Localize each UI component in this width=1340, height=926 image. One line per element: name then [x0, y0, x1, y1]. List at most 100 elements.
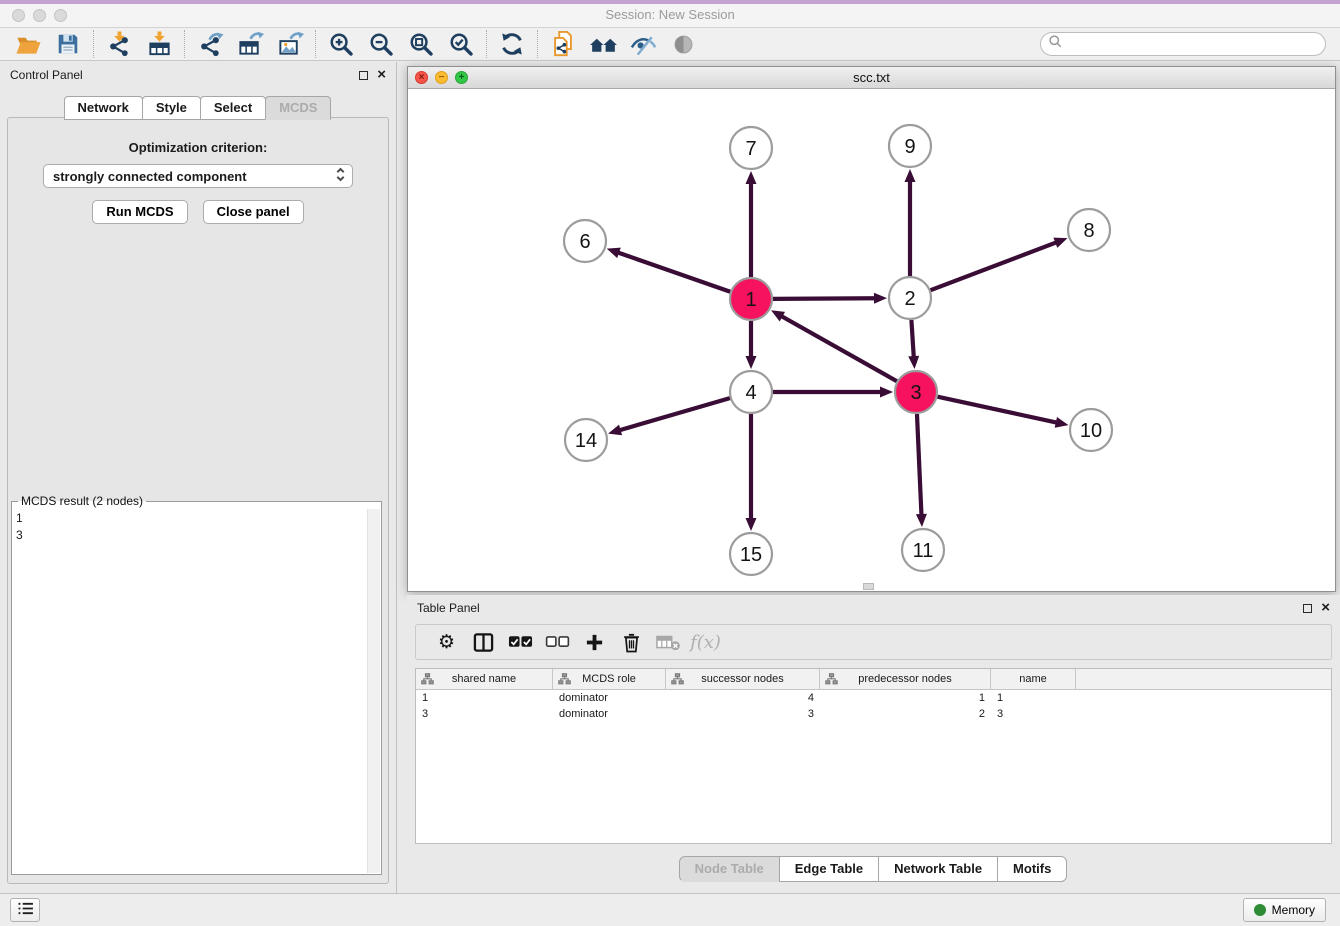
delete-column-icon[interactable] — [613, 627, 650, 657]
column-header-predecessor-nodes[interactable]: predecessor nodes — [820, 669, 991, 689]
tab-select[interactable]: Select — [200, 96, 266, 120]
memory-status-dot — [1254, 904, 1266, 916]
column-header-name[interactable]: name — [991, 669, 1076, 689]
tab-node-table[interactable]: Node Table — [679, 856, 780, 882]
export-table-icon[interactable] — [230, 29, 270, 59]
graph-node-9[interactable]: 9 — [889, 125, 931, 167]
column-view-icon[interactable] — [465, 627, 502, 657]
import-table-icon[interactable] — [139, 29, 179, 59]
table-settings-icon[interactable]: ⚙ — [428, 627, 465, 657]
network-scrollbar-grip[interactable] — [863, 583, 874, 590]
table-cell[interactable]: 1 — [991, 690, 1076, 706]
graph-edge-1-7[interactable] — [746, 171, 757, 277]
graph-edge-4-14[interactable] — [608, 398, 730, 435]
float-panel-icon[interactable] — [359, 71, 368, 80]
tab-edge-table[interactable]: Edge Table — [779, 856, 879, 882]
open-session-icon[interactable] — [8, 29, 48, 59]
graph-edge-2-3[interactable] — [908, 320, 919, 369]
graph-node-10[interactable]: 10 — [1070, 409, 1112, 451]
graph-edge-1-6[interactable] — [607, 248, 731, 292]
task-history-button[interactable] — [10, 898, 40, 922]
show-graphics-details-icon[interactable] — [663, 29, 703, 59]
graph-node-2[interactable]: 2 — [889, 277, 931, 319]
zoom-fit-icon[interactable] — [401, 29, 441, 59]
apply-layout-icon[interactable] — [492, 29, 532, 59]
delete-table-icon[interactable] — [650, 627, 687, 657]
tab-mcds[interactable]: MCDS — [265, 96, 331, 120]
network-area: × − + scc.txt 7968124314101511 Table Pan… — [397, 62, 1340, 893]
search-input[interactable] — [1063, 35, 1325, 53]
graph-edge-1-2[interactable] — [773, 293, 887, 304]
network-view-window: × − + scc.txt 7 9 6 8 1 2 4 3 14 10 15 11 — [407, 66, 1336, 592]
graph-node-11[interactable]: 11 — [902, 529, 944, 571]
table-cell[interactable]: 3 — [666, 706, 820, 722]
first-neighbors-icon[interactable] — [583, 29, 623, 59]
graph-node-4[interactable]: 4 — [730, 371, 772, 413]
export-network-icon[interactable] — [190, 29, 230, 59]
graph-edge-2-8[interactable] — [931, 238, 1068, 291]
graph-edge-4-15[interactable] — [746, 414, 757, 531]
close-table-panel-icon[interactable]: × — [1321, 603, 1330, 613]
table-cell[interactable]: 3 — [991, 706, 1076, 722]
table-cell[interactable]: 3 — [416, 706, 553, 722]
optimization-criterion-select[interactable]: strongly connected component — [43, 164, 353, 188]
column-header-label: shared name — [452, 673, 516, 685]
create-column-icon[interactable] — [576, 627, 613, 657]
graph-node-14[interactable]: 14 — [565, 419, 607, 461]
graph-node-1[interactable]: 1 — [730, 278, 772, 320]
tab-network[interactable]: Network — [64, 96, 143, 120]
mcds-result-list[interactable]: 13 — [16, 510, 365, 872]
graph-edge-3-11[interactable] — [916, 414, 927, 527]
network-graph-canvas[interactable]: 7 9 6 8 1 2 4 3 14 10 15 11 — [408, 90, 1335, 592]
graph-node-7[interactable]: 7 — [730, 127, 772, 169]
table-cell[interactable]: 1 — [416, 690, 553, 706]
memory-button[interactable]: Memory — [1243, 898, 1326, 922]
result-scrollbar[interactable] — [367, 509, 380, 873]
svg-text:6: 6 — [579, 231, 590, 253]
graph-edge-4-3[interactable] — [773, 387, 893, 398]
table-cell[interactable]: dominator — [553, 706, 666, 722]
run-mcds-button[interactable]: Run MCDS — [92, 200, 187, 224]
column-header-mcds-role[interactable]: MCDS role — [553, 669, 666, 689]
table-row[interactable]: 3dominator323 — [416, 706, 1331, 722]
column-type-icon — [671, 673, 684, 688]
graph-node-8[interactable]: 8 — [1068, 209, 1110, 251]
tab-network-table[interactable]: Network Table — [878, 856, 998, 882]
zoom-out-icon[interactable] — [361, 29, 401, 59]
clone-network-icon[interactable] — [543, 29, 583, 59]
tab-motifs[interactable]: Motifs — [997, 856, 1067, 882]
import-network-icon[interactable] — [99, 29, 139, 59]
table-cell[interactable]: 1 — [820, 690, 991, 706]
graph-edge-3-10[interactable] — [937, 397, 1068, 428]
function-builder-icon[interactable]: f(x) — [687, 627, 724, 657]
table-toolbar: ⚙ f(x) — [415, 624, 1332, 660]
column-header-successor-nodes[interactable]: successor nodes — [666, 669, 820, 689]
zoom-selected-icon[interactable] — [441, 29, 481, 59]
close-panel-button[interactable]: Close panel — [203, 200, 304, 224]
save-session-icon[interactable] — [48, 29, 88, 59]
export-image-icon[interactable] — [270, 29, 310, 59]
graph-node-3[interactable]: 3 — [895, 371, 937, 413]
graph-edge-2-9[interactable] — [905, 169, 916, 276]
graph-node-15[interactable]: 15 — [730, 533, 772, 575]
table-cell[interactable]: 4 — [666, 690, 820, 706]
deselect-all-columns-icon[interactable] — [539, 627, 576, 657]
hide-selected-icon[interactable] — [623, 29, 663, 59]
table-cell[interactable]: 2 — [820, 706, 991, 722]
svg-text:15: 15 — [740, 544, 762, 566]
table-cell[interactable]: dominator — [553, 690, 666, 706]
zoom-in-icon[interactable] — [321, 29, 361, 59]
graph-edge-1-4[interactable] — [746, 321, 757, 369]
svg-text:8: 8 — [1083, 220, 1094, 242]
graph-edge-3-1[interactable] — [771, 310, 897, 381]
search-field[interactable] — [1040, 32, 1326, 56]
float-table-panel-icon[interactable] — [1303, 604, 1312, 613]
select-all-columns-icon[interactable] — [502, 627, 539, 657]
graph-node-6[interactable]: 6 — [564, 220, 606, 262]
table-row[interactable]: 1dominator411 — [416, 690, 1331, 706]
tab-style[interactable]: Style — [142, 96, 201, 120]
close-panel-icon[interactable]: × — [377, 70, 386, 80]
network-window-titlebar[interactable]: × − + scc.txt — [408, 67, 1335, 89]
table-panel-header: Table Panel × — [407, 595, 1340, 621]
column-header-shared-name[interactable]: shared name — [416, 669, 553, 689]
